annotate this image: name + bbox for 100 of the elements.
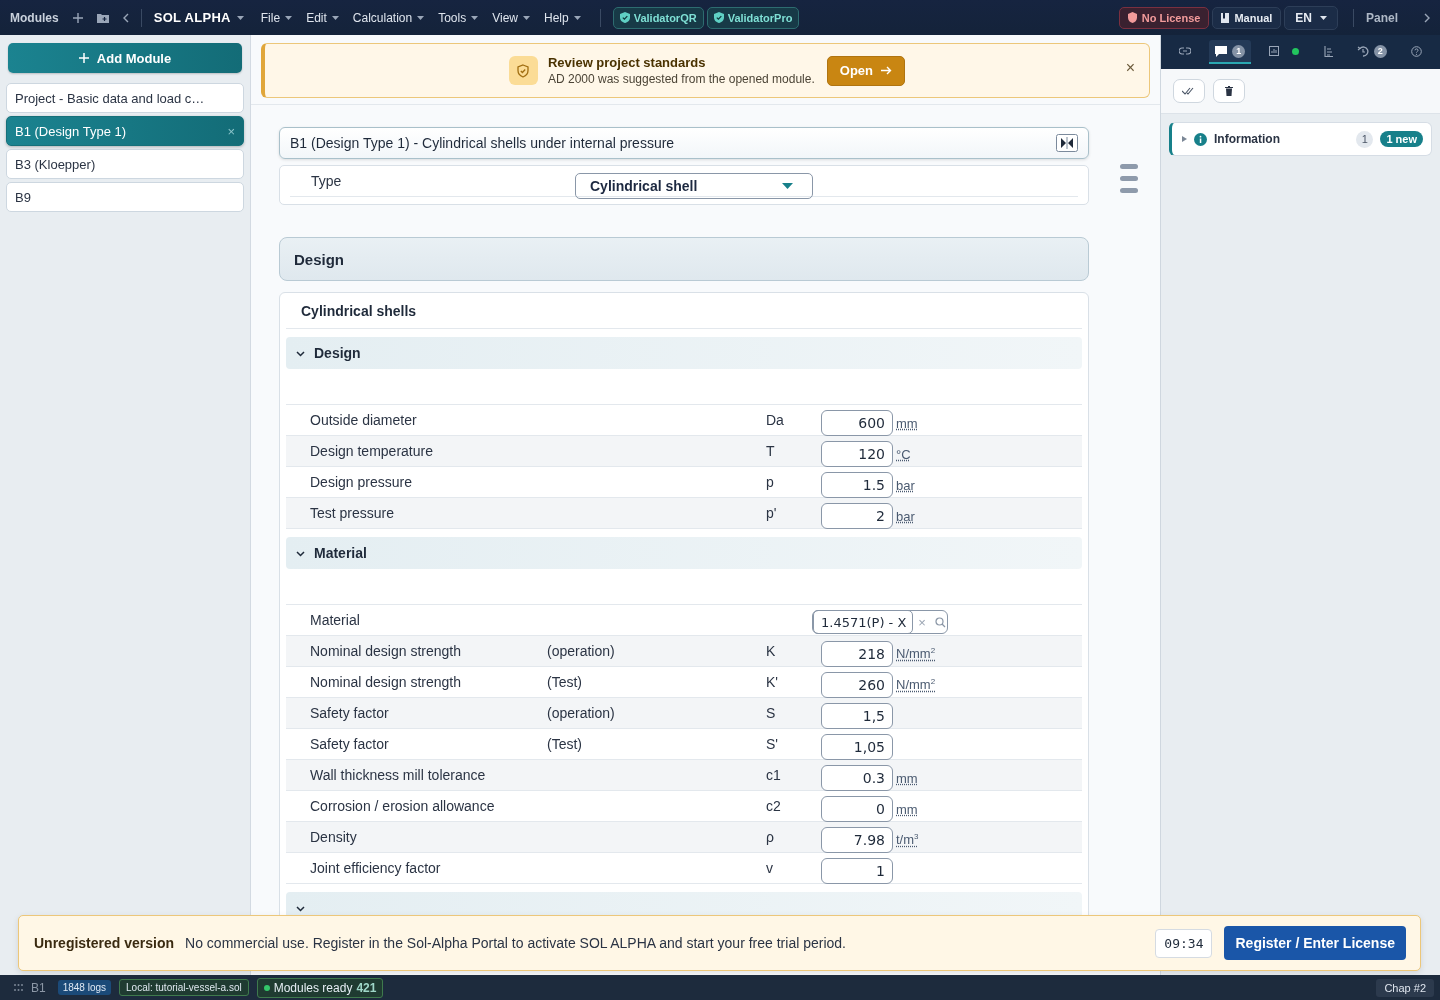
- unit-label[interactable]: °C: [896, 446, 911, 462]
- link-icon: [1179, 47, 1192, 55]
- field-qualifier: (Test): [547, 674, 583, 690]
- history-icon: [1356, 45, 1369, 57]
- chevron-down-icon: [296, 903, 305, 913]
- unit-label[interactable]: mm: [896, 415, 918, 431]
- chevron-right-icon[interactable]: [1424, 12, 1430, 23]
- count-badge: 1: [1232, 44, 1246, 58]
- group-label: Information: [1214, 132, 1280, 146]
- info-icon: [1194, 132, 1207, 146]
- unit-label[interactable]: t/m$^{3}$: [896, 832, 919, 848]
- value-field[interactable]: 1,5: [821, 703, 893, 729]
- menu-item[interactable]: Help: [544, 10, 581, 25]
- banner-title: Unregistered version: [34, 935, 175, 951]
- menu-item[interactable]: View: [492, 10, 530, 25]
- value-field[interactable]: 1: [821, 858, 893, 884]
- field-symbol: K': [766, 674, 779, 690]
- unit-label[interactable]: mm: [896, 770, 918, 786]
- chevron-left-icon[interactable]: [122, 12, 129, 23]
- modules-label[interactable]: Modules: [10, 10, 59, 25]
- field-symbol: c1: [766, 767, 782, 783]
- file-badge[interactable]: Local: tutorial-vessel-a.sol: [119, 979, 249, 996]
- field-label: Corrosion / erosion allowance: [310, 798, 496, 814]
- validator-badge[interactable]: ValidatorQR: [612, 6, 704, 29]
- caret-icon: [573, 15, 581, 20]
- field-label: Type: [311, 173, 343, 189]
- license-status-button[interactable]: No License: [1118, 6, 1210, 29]
- unit-label[interactable]: mm: [896, 801, 918, 817]
- field-symbol: v: [766, 860, 774, 876]
- mark-all-read-button[interactable]: [1173, 79, 1205, 103]
- app-menu[interactable]: SOL ALPHA: [153, 10, 244, 25]
- add-module-button[interactable]: Add Module: [8, 43, 242, 73]
- register-button[interactable]: Register / Enter License: [1224, 926, 1406, 960]
- caret-icon: [1320, 15, 1327, 20]
- material-chip[interactable]: 1.4571(P) - X: [813, 610, 914, 634]
- check-shield-icon: [713, 12, 724, 23]
- field-qualifier: (operation): [547, 643, 616, 659]
- ready-badge: Modules ready 421: [256, 977, 384, 998]
- folder-plus-icon[interactable]: [96, 12, 109, 23]
- field-label: Density: [310, 829, 358, 845]
- module-label: B1: [31, 980, 46, 995]
- validator-badge[interactable]: ValidatorPro: [706, 6, 800, 29]
- section-header[interactable]: Material: [286, 537, 1082, 569]
- value-field[interactable]: 1,05: [821, 734, 893, 760]
- value-field[interactable]: 600: [821, 410, 893, 436]
- manual-button[interactable]: Manual: [1212, 6, 1282, 29]
- search-icon[interactable]: [934, 616, 946, 628]
- logs-badge[interactable]: 1848 logs: [57, 980, 112, 995]
- field-label: Nominal design strength: [310, 674, 462, 690]
- double-check-icon: [1182, 87, 1196, 95]
- caret-icon: [236, 15, 244, 20]
- field-qualifier: (operation): [547, 705, 616, 721]
- count-badge: 2: [1373, 44, 1387, 58]
- menu-item[interactable]: Tools: [438, 10, 479, 25]
- field-qualifier: (Test): [547, 736, 583, 752]
- value-field[interactable]: 1.5: [821, 472, 893, 498]
- new-badge: 1 new: [1380, 131, 1423, 147]
- menu-item[interactable]: File: [260, 10, 293, 25]
- field-label: Safety factor: [310, 736, 390, 752]
- delete-button[interactable]: [1213, 79, 1245, 103]
- book-icon: [1221, 12, 1230, 23]
- language-select[interactable]: EN: [1284, 5, 1338, 30]
- value-field[interactable]: 7.98: [821, 827, 893, 853]
- module-item[interactable]: Project - Basic data and load c…: [6, 83, 244, 113]
- value-field[interactable]: 2: [821, 503, 893, 529]
- field-symbol: p: [766, 474, 775, 490]
- unit-label[interactable]: N/mm$^{2}$: [896, 646, 936, 662]
- value-field[interactable]: 218: [821, 641, 893, 667]
- banner-text: No commercial use. Register in the Sol-Alpha Portal to activate SOL ALPHA and start your free trial period.: [185, 935, 846, 951]
- field-label: Material: [310, 612, 361, 628]
- value-field[interactable]: 0: [821, 796, 893, 822]
- value-field[interactable]: 0.3: [821, 765, 893, 791]
- collapse-icon[interactable]: [1056, 134, 1078, 152]
- module-item[interactable]: B3 (Kloepper): [6, 149, 244, 179]
- section-header[interactable]: Design: [286, 337, 1082, 369]
- caret-icon: [523, 15, 530, 20]
- field-symbol: ρ: [766, 829, 775, 845]
- module-item[interactable]: B9: [6, 182, 244, 212]
- caret-icon: [331, 15, 339, 20]
- shield-icon: [508, 56, 538, 85]
- type-dropdown[interactable]: Cylindrical shell: [575, 173, 813, 199]
- unit-label[interactable]: bar: [896, 477, 915, 493]
- close-icon[interactable]: ×: [1125, 59, 1135, 77]
- menu-item[interactable]: Edit: [306, 10, 339, 25]
- card-title: Cylindrical shells: [286, 293, 1082, 329]
- add-icon[interactable]: [72, 12, 83, 23]
- material-field[interactable]: 1.4571(P) - X ×: [812, 610, 948, 634]
- field-label: Wall thickness mill tolerance: [310, 767, 487, 783]
- value-field[interactable]: 120: [821, 441, 893, 467]
- menu-item[interactable]: Calculation: [352, 10, 425, 25]
- chevron-down-icon: [296, 548, 305, 558]
- help-icon: [1410, 45, 1422, 57]
- panel-toggle[interactable]: Panel: [1366, 10, 1398, 25]
- unit-label[interactable]: bar: [896, 508, 915, 524]
- unit-label[interactable]: N/mm$^{2}$: [896, 677, 936, 693]
- field-symbol: S': [766, 736, 779, 752]
- message-group[interactable]: Information 1 1 new: [1169, 122, 1432, 156]
- module-item[interactable]: B1 (Design Type 1) ×: [6, 116, 244, 146]
- menu-icon[interactable]: [1120, 164, 1138, 194]
- value-field[interactable]: 260: [821, 672, 893, 698]
